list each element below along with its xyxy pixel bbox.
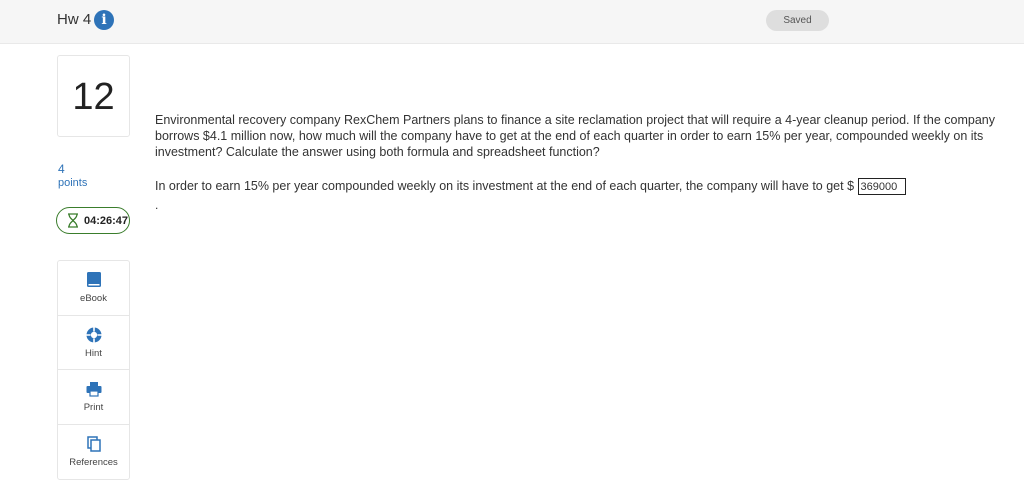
- top-bar: Hw 4 i Saved: [0, 0, 1024, 44]
- answer-line: In order to earn 15% per year compounded…: [155, 178, 1015, 196]
- info-circle-icon[interactable]: i: [94, 10, 114, 30]
- trailing-period: .: [155, 198, 159, 212]
- points-label: points: [58, 177, 88, 189]
- print-label: Print: [83, 402, 104, 414]
- lifebuoy-icon: [86, 327, 101, 343]
- hint-button[interactable]: Hint: [58, 316, 129, 370]
- tools-panel: eBook Hint Print References: [57, 260, 130, 480]
- documents-icon: [86, 436, 101, 452]
- answer-input[interactable]: [857, 178, 906, 196]
- hourglass-icon: [68, 213, 78, 228]
- answer-prompt: In order to earn 15% per year compounded…: [155, 179, 855, 193]
- ebook-label: eBook: [80, 293, 107, 305]
- countdown-timer: 04:26:47: [56, 207, 130, 234]
- print-button[interactable]: Print: [58, 370, 129, 425]
- references-label: References: [69, 457, 118, 469]
- timer-text: 04:26:47: [84, 214, 129, 227]
- question-number-box: 12: [57, 55, 130, 137]
- printer-icon: [86, 382, 101, 397]
- book-icon: [86, 272, 101, 288]
- ebook-button[interactable]: eBook: [58, 261, 129, 316]
- question-number: 12: [72, 76, 115, 118]
- assignment-title: Hw 4: [57, 11, 92, 28]
- question-text: Environmental recovery company RexChem P…: [155, 113, 995, 159]
- hint-label: Hint: [85, 347, 102, 359]
- points-value: 4: [58, 162, 65, 176]
- saved-status-badge: Saved: [766, 10, 829, 31]
- references-button[interactable]: References: [58, 425, 129, 480]
